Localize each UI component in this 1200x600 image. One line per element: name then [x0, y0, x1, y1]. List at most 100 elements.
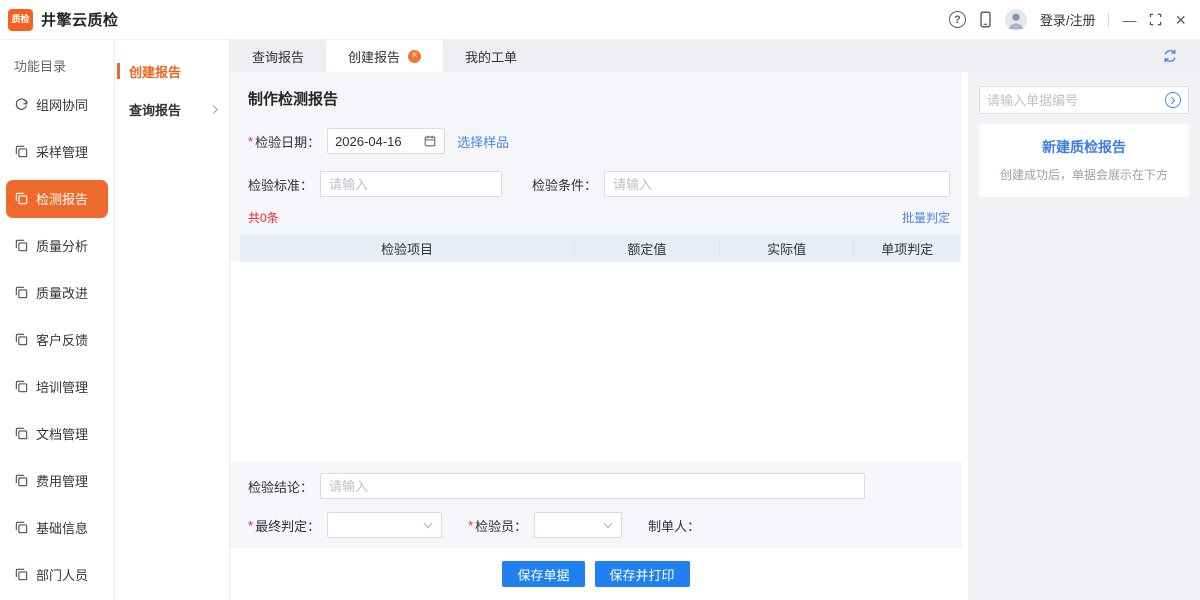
- copy-icon: [14, 379, 29, 394]
- sidebar-section-label: 功能目录: [0, 46, 114, 81]
- sidebar-item-customer-feedback[interactable]: 客户反馈: [0, 316, 114, 363]
- table-header: 检验项目 额定值 实际值 单项判定: [240, 234, 960, 262]
- close-window-button[interactable]: ×: [1175, 11, 1186, 29]
- sidebar-item-label: 采样管理: [36, 142, 88, 161]
- sidebar-item-sampling[interactable]: 采样管理: [0, 128, 114, 175]
- sidebar-item-label: 费用管理: [36, 471, 88, 490]
- conclusion-input[interactable]: [320, 473, 865, 499]
- tab-label: 创建报告: [348, 47, 400, 66]
- copy-icon: [14, 191, 29, 206]
- person-icon: [1005, 9, 1027, 31]
- user-avatar[interactable]: [1005, 9, 1027, 31]
- condition-input[interactable]: [604, 171, 950, 197]
- page-title: 制作检测报告: [248, 88, 950, 109]
- batch-judge-link[interactable]: 批量判定: [902, 209, 950, 226]
- submenu-item-label: 创建报告: [129, 62, 181, 81]
- sidebar-item-expenses[interactable]: 费用管理: [0, 457, 114, 504]
- app-logo: 质检: [8, 9, 33, 31]
- copy-icon: [14, 238, 29, 253]
- maximize-button[interactable]: [1149, 13, 1162, 26]
- submenu-item-create-report[interactable]: 创建报告: [115, 52, 229, 90]
- tab-close-icon[interactable]: ×: [408, 50, 421, 63]
- sidebar-item-network-collab[interactable]: 组网协同: [0, 81, 114, 128]
- order-number-input[interactable]: [987, 93, 1165, 108]
- sidebar-item-department-staff[interactable]: 部门人员: [0, 551, 114, 598]
- tab-my-orders[interactable]: 我的工单: [443, 40, 539, 72]
- tab-query-report[interactable]: 查询报告: [230, 40, 326, 72]
- sidebar-item-quality-improve[interactable]: 质量改进: [0, 269, 114, 316]
- help-icon[interactable]: ?: [949, 11, 966, 28]
- save-button[interactable]: 保存单据: [502, 561, 584, 587]
- table-body-empty: [230, 262, 962, 462]
- conclusion-label: 检验结论：: [248, 477, 313, 496]
- app-title: 井擎云质检: [41, 9, 119, 30]
- required-mark: *: [248, 134, 253, 149]
- copy-icon: [14, 144, 29, 159]
- sidebar-item-base-info[interactable]: 基础信息: [0, 504, 114, 551]
- sidebar-item-quality-analysis[interactable]: 质量分析: [0, 222, 114, 269]
- sidebar-item-training[interactable]: 培训管理: [0, 363, 114, 410]
- tab-label: 我的工单: [465, 47, 517, 66]
- new-report-hint: 创建成功后，单据会展示在下方: [985, 166, 1183, 183]
- chevron-down-icon: [423, 522, 433, 529]
- column-header-rated: 额定值: [574, 239, 719, 258]
- final-judge-label: 最终判定：: [255, 516, 320, 535]
- sidebar-item-label: 培训管理: [36, 377, 88, 396]
- chevron-right-icon: [212, 104, 219, 115]
- sidebar-item-label: 质量分析: [36, 236, 88, 255]
- required-mark: *: [468, 518, 473, 533]
- sidebar-item-label: 质量改进: [36, 283, 88, 302]
- save-print-button[interactable]: 保存并打印: [595, 561, 690, 587]
- submenu-item-query-report[interactable]: 查询报告: [115, 90, 229, 128]
- copy-icon: [14, 567, 29, 582]
- column-header-judge: 单项判定: [853, 239, 960, 258]
- sync-icon: [14, 97, 29, 112]
- primary-sidebar: 功能目录 组网协同 采样管理 检测报告 质量分析 质量改进: [0, 40, 115, 600]
- copy-icon: [14, 520, 29, 535]
- secondary-sidebar: 创建报告 查询报告: [115, 40, 230, 600]
- standard-label: 检验标准：: [248, 175, 313, 194]
- order-number-search: [979, 86, 1189, 114]
- mobile-phone-icon[interactable]: [979, 10, 992, 29]
- app-window: 质检 井擎云质检 ? 登录/注册 — ×: [0, 0, 1200, 600]
- calendar-icon: [423, 134, 437, 148]
- required-mark: *: [248, 518, 253, 533]
- standard-input[interactable]: [320, 171, 502, 197]
- sidebar-item-inspection-report[interactable]: 检测报告: [6, 180, 108, 218]
- new-report-card: 新建质检报告 创建成功后，单据会展示在下方: [979, 124, 1189, 197]
- select-sample-link[interactable]: 选择样品: [457, 132, 509, 151]
- sidebar-item-label: 客户反馈: [36, 330, 88, 349]
- top-header: 质检 井擎云质检 ? 登录/注册 — ×: [0, 0, 1200, 40]
- sidebar-item-label: 部门人员: [36, 565, 88, 584]
- tab-label: 查询报告: [252, 47, 304, 66]
- sidebar-item-label: 基础信息: [36, 518, 88, 537]
- submenu-item-label: 查询报告: [129, 100, 181, 119]
- divider: [1108, 13, 1109, 27]
- report-form-panel: 制作检测报告 * 检验日期： 2026-04-16 选择样品 检验标准：: [230, 72, 962, 600]
- new-report-link[interactable]: 新建质检报告: [985, 137, 1183, 157]
- final-judge-select[interactable]: [327, 512, 442, 538]
- action-bar: 保存单据 保存并打印: [230, 548, 962, 600]
- date-value: 2026-04-16: [335, 134, 402, 149]
- order-lookup-panel: 新建质检报告 创建成功后，单据会展示在下方: [962, 72, 1200, 600]
- inspection-date-input[interactable]: 2026-04-16: [327, 128, 445, 154]
- copy-icon: [14, 426, 29, 441]
- logo-text: 质检: [11, 15, 29, 24]
- sidebar-item-label: 组网协同: [36, 95, 88, 114]
- login-register-link[interactable]: 登录/注册: [1040, 10, 1096, 29]
- column-header-item: 检验项目: [240, 239, 574, 258]
- arrow-circle-icon[interactable]: [1165, 92, 1181, 108]
- header-actions: ? 登录/注册 — ×: [949, 9, 1186, 31]
- maximize-icon: [1149, 13, 1162, 26]
- tab-bar: 查询报告 创建报告 × 我的工单: [230, 40, 1200, 72]
- minimize-button[interactable]: —: [1122, 13, 1136, 27]
- maker-label: 制单人：: [648, 516, 700, 535]
- copy-icon: [14, 332, 29, 347]
- copy-icon: [14, 473, 29, 488]
- sidebar-item-documents[interactable]: 文档管理: [0, 410, 114, 457]
- inspector-select[interactable]: [534, 512, 622, 538]
- refresh-icon[interactable]: [1162, 40, 1178, 72]
- tab-create-report[interactable]: 创建报告 ×: [326, 40, 443, 72]
- sidebar-item-label: 文档管理: [36, 424, 88, 443]
- inspector-label: 检验员：: [475, 516, 527, 535]
